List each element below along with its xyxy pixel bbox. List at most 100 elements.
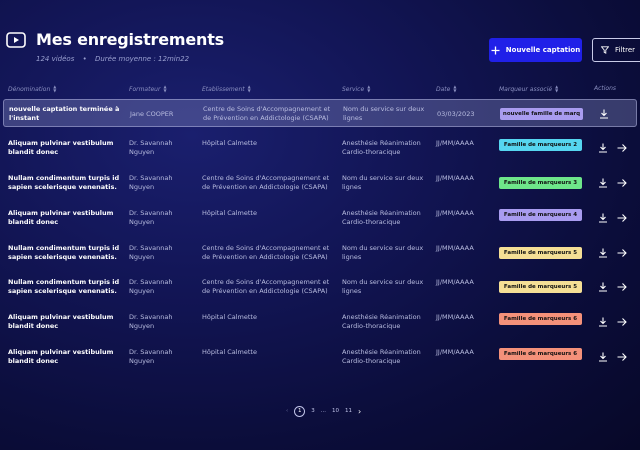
marker-badge[interactable]: Famille de marqueurs 5 [499,247,582,259]
arrow-right-icon[interactable] [616,142,628,154]
table-row[interactable]: Nullam condimentum turpis id sapien scel… [0,172,640,200]
establishment: Hôpital Calmette [202,313,257,321]
service: Nom du service sur deux lignes [342,278,424,295]
pagination: ‹ 1 3 ... 10 11 › [286,405,361,417]
marker-badge[interactable]: Famille de marqueurs 6 [499,348,582,360]
sort-icon: ▲ ▼ [453,84,457,93]
recording-name: Aliquam pulvinar vestibulum blandit done… [8,209,114,226]
download-icon[interactable] [597,212,609,224]
column-header-trainer[interactable]: Formateur ▲ ▼ [129,85,167,93]
chevron-right-icon[interactable]: › [358,407,361,416]
marker-badge[interactable]: Famille de marqueurs 3 [499,177,582,189]
filter-icon [601,46,609,54]
date: JJ/MM/AAAA [436,174,474,182]
page-link[interactable]: 11 [345,408,352,414]
download-icon[interactable] [597,247,609,259]
column-header-name[interactable]: Dénomination ▲ ▼ [8,85,56,93]
recording-name: Nullam condimentum turpis id sapien scel… [8,278,120,295]
establishment: Hôpital Calmette [202,348,257,356]
column-header-etab[interactable]: Etablissement ▲ ▼ [202,85,251,93]
arrow-right-icon[interactable] [616,351,628,363]
sort-icon: ▲ ▼ [555,84,559,93]
recording-name: nouvelle captation terminée à l'instant [9,105,120,122]
filter-label: Filtrer [615,46,636,54]
filter-button[interactable]: Filtrer [592,38,640,62]
average-duration: Durée moyenne : 12min22 [94,55,190,63]
page-link[interactable]: 10 [332,408,339,414]
column-header-marker[interactable]: Marqueur associé ▲ ▼ [499,85,558,93]
recording-name: Aliquam pulvinar vestibulum blandit done… [8,313,114,330]
date: JJ/MM/AAAA [436,313,474,321]
table-row[interactable]: Aliquam pulvinar vestibulum blandit done… [0,137,640,165]
page-ellipsis: ... [320,408,326,414]
establishment: Hôpital Calmette [202,139,257,147]
download-icon[interactable] [597,351,609,363]
page-subtitle: 124 vidéos • Durée moyenne : 12min22 [36,55,195,63]
arrow-right-icon[interactable] [616,212,628,224]
recording-name: Nullam condimentum turpis id sapien scel… [8,244,120,261]
sort-icon: ▲ ▼ [247,84,251,93]
sort-icon: ▲ ▼ [163,84,167,93]
plus-icon [491,46,500,54]
page-link[interactable]: 3 [311,408,315,414]
separator-dot: • [82,55,87,63]
sort-icon: ▲ ▼ [53,84,57,93]
table-row[interactable]: Aliquam pulvinar vestibulum blandit done… [0,346,640,374]
table-row[interactable]: Aliquam pulvinar vestibulum blandit done… [0,207,640,235]
table-row[interactable]: Nullam condimentum turpis id sapien scel… [0,242,640,270]
marker-badge[interactable]: Famille de marqueurs 6 [499,313,582,325]
service: Anesthésie Réanimation Cardio-thoracique [342,209,421,226]
download-icon[interactable] [597,142,609,154]
marker-badge[interactable]: Famille de marqueurs 2 [499,139,582,151]
table-row[interactable]: nouvelle captation terminée à l'instant … [3,99,637,127]
new-capture-button[interactable]: Nouvelle captation [489,38,582,62]
video-play-icon [6,32,26,48]
sort-icon: ▲ ▼ [367,84,371,93]
page-title: Mes enregistrements [36,30,224,49]
establishment: Centre de Soins d'Accompagnement et de P… [202,174,330,191]
recording-name: Aliquam pulvinar vestibulum blandit done… [8,139,114,156]
arrow-right-icon[interactable] [616,316,628,328]
service: Nom du service sur deux lignes [342,244,424,261]
establishment: Centre de Soins d'Accompagnement et de P… [203,105,331,122]
trainer-name: Dr. Savannah Nguyen [129,139,173,156]
date: JJ/MM/AAAA [436,139,474,147]
download-icon[interactable] [597,316,609,328]
table-row[interactable]: Aliquam pulvinar vestibulum blandit done… [0,311,640,339]
recording-name: Nullam condimentum turpis id sapien scel… [8,174,120,191]
trainer-name: Dr. Savannah Nguyen [129,348,173,365]
date: JJ/MM/AAAA [436,348,474,356]
table-row[interactable]: Nullam condimentum turpis id sapien scel… [0,276,640,304]
page-current[interactable]: 1 [294,405,306,417]
trainer-name: Dr. Savannah Nguyen [129,174,173,191]
page-header: Mes enregistrements 124 vidéos • Durée m… [0,0,640,80]
establishment: Centre de Soins d'Accompagnement et de P… [202,244,330,261]
establishment: Centre de Soins d'Accompagnement et de P… [202,278,330,295]
marker-badge[interactable]: nouvelle famille de marq [500,108,583,120]
column-header-service[interactable]: Service ▲ ▼ [342,85,370,93]
chevron-left-icon[interactable]: ‹ [286,408,288,414]
trainer-name: Dr. Savannah Nguyen [129,278,173,295]
download-icon[interactable] [597,177,609,189]
arrow-right-icon[interactable] [616,177,628,189]
service: Nom du service sur deux lignes [342,174,424,191]
column-header-actions: Actions [594,85,617,92]
service: Anesthésie Réanimation Cardio-thoracique [342,139,421,156]
trainer-name: Dr. Savannah Nguyen [129,244,173,261]
marker-badge[interactable]: Famille de marqueurs 5 [499,281,582,293]
video-count: 124 vidéos [36,55,75,63]
service: Anesthésie Réanimation Cardio-thoracique [342,313,421,330]
service: Nom du service sur deux lignes [343,105,425,122]
date: 03/03/2023 [437,110,475,118]
trainer-name: Dr. Savannah Nguyen [129,313,173,330]
recording-name: Aliquam pulvinar vestibulum blandit done… [8,348,114,365]
trainer-name: Jane COOPER [130,110,174,118]
download-icon[interactable] [598,108,610,120]
arrow-right-icon[interactable] [616,247,628,259]
arrow-right-icon[interactable] [616,281,628,293]
download-icon[interactable] [597,281,609,293]
date: JJ/MM/AAAA [436,244,474,252]
marker-badge[interactable]: Famille de marqueurs 4 [499,209,582,221]
service: Anesthésie Réanimation Cardio-thoracique [342,348,421,365]
column-header-date[interactable]: Date ▲ ▼ [436,85,456,93]
